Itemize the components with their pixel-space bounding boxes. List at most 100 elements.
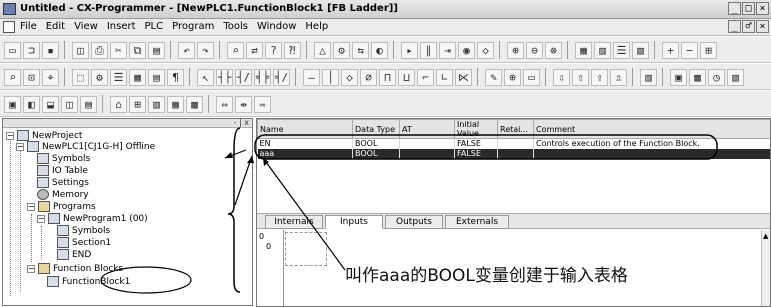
column-header-name[interactable]: Name — [257, 119, 353, 139]
symbol-icon[interactable]: ⚙ — [91, 68, 108, 86]
zoom-in-icon[interactable]: + — [662, 41, 679, 59]
minimize-button[interactable]: _ — [728, 2, 741, 15]
word-icon[interactable]: ⇧ — [572, 68, 589, 86]
tree-item-program-symbols[interactable]: Symbols — [57, 225, 110, 236]
contact-icon[interactable]: ┤├ — [216, 68, 233, 86]
variable-retain[interactable] — [497, 138, 534, 149]
doc-close-button[interactable]: × — [756, 20, 769, 33]
collapse-icon[interactable]: − — [27, 264, 35, 273]
window-icon[interactable]: ▣ — [4, 95, 21, 113]
rung-comment-icon[interactable]: ▦ — [167, 95, 184, 113]
collapse-icon[interactable]: − — [16, 142, 24, 151]
column-wide-icon[interactable]: ⇔ — [216, 95, 233, 113]
variable-type[interactable]: BOOL — [352, 138, 400, 149]
set-icon[interactable]: ⇪ — [591, 68, 608, 86]
variable-comment[interactable] — [533, 148, 770, 159]
print-preview-icon[interactable]: ◫ — [72, 41, 89, 59]
table-row[interactable]: EN BOOL FALSE Controls execution of the … — [257, 138, 770, 149]
memory-view-icon[interactable]: ▥ — [640, 68, 657, 86]
menu-view[interactable]: View — [74, 21, 98, 32]
close-button[interactable]: × — [756, 2, 769, 15]
zoom-out-icon[interactable]: − — [681, 41, 698, 59]
cross-ref-icon[interactable]: ⊕ — [504, 68, 521, 86]
comment-icon[interactable]: ¶ — [167, 68, 184, 86]
tree-item-function-blocks[interactable]: − Function Blocks — [27, 263, 123, 274]
doc-restore-button[interactable]: ♂ — [742, 20, 755, 33]
magnify-icon[interactable]: ⌖ — [42, 68, 59, 86]
tree-item-plc[interactable]: − NewPLC1[CJ1G-H] Offline — [16, 141, 155, 152]
find-icon[interactable]: ⌕ — [227, 41, 244, 59]
undo-icon[interactable]: ↶ — [178, 41, 195, 59]
cancel-force-icon[interactable]: ⊗ — [545, 41, 562, 59]
coil-icon[interactable]: ◇ — [341, 68, 358, 86]
delete-line-icon[interactable]: ⋉ — [455, 68, 472, 86]
menu-tools[interactable]: Tools — [223, 21, 248, 32]
tree-item-project[interactable]: − NewProject — [6, 130, 82, 141]
print-icon[interactable]: ⎙ — [91, 41, 108, 59]
tab-internals[interactable]: Internals — [265, 215, 323, 229]
menu-program[interactable]: Program — [172, 21, 214, 32]
tree-item-programs[interactable]: − Programs — [27, 201, 96, 212]
line-icon[interactable]: ⌐ — [417, 68, 434, 86]
workspace-icon[interactable]: ◧ — [23, 95, 40, 113]
collapse-icon[interactable]: − — [6, 131, 14, 140]
pause-icon[interactable]: ∥ — [420, 41, 437, 59]
document-icon[interactable] — [3, 21, 15, 33]
tree-item-memory[interactable]: Memory — [37, 189, 89, 200]
variable-at[interactable] — [399, 148, 455, 159]
menu-plc[interactable]: PLC — [145, 21, 164, 32]
or-nc-contact-icon[interactable]: ╡/╞ — [273, 68, 290, 86]
workspace-controls[interactable]: - | x — [234, 118, 249, 127]
new-file-icon[interactable]: ▭ — [4, 41, 21, 59]
replace-icon[interactable]: ⇄ — [246, 41, 263, 59]
pointer-icon[interactable]: ↖ — [197, 68, 214, 86]
tree-item-symbols[interactable]: Symbols — [37, 153, 90, 164]
variable-initial[interactable]: FALSE — [454, 138, 498, 149]
tree-item-io-table[interactable]: IO Table — [37, 165, 88, 176]
list-view-icon[interactable]: ☰ — [613, 41, 630, 59]
tab-inputs[interactable]: Inputs — [325, 215, 383, 229]
fb-call-icon[interactable]: ⊔ — [398, 68, 415, 86]
doc-minimize-button[interactable]: _ — [728, 20, 741, 33]
redo-icon[interactable]: ↷ — [197, 41, 214, 59]
variable-name[interactable]: EN — [257, 138, 353, 149]
column-narrow-icon[interactable]: ⇹ — [235, 95, 252, 113]
copy-icon[interactable]: ⧉ — [129, 41, 146, 59]
list-icon[interactable]: ☰ — [110, 68, 127, 86]
grid-icon[interactable]: ▦ — [129, 68, 146, 86]
vertical-line-icon[interactable]: │ — [322, 68, 339, 86]
tree-item-newprogram1[interactable]: − NewProgram1 (00) — [37, 213, 148, 224]
address-icon[interactable]: ▭ — [523, 68, 540, 86]
column-header-initial-value[interactable]: Initial Value — [454, 119, 498, 139]
cut-icon[interactable]: ✂ — [110, 41, 127, 59]
variable-retain[interactable] — [497, 148, 534, 159]
differential-icon[interactable]: ◇ — [477, 41, 494, 59]
transfer-icon[interactable]: ⇆ — [352, 41, 369, 59]
table-view-icon[interactable]: ▥ — [594, 41, 611, 59]
save-icon[interactable]: ▪ — [42, 41, 59, 59]
tree-item-section1[interactable]: Section1 — [57, 237, 111, 248]
run-icon[interactable]: ▸ — [401, 41, 418, 59]
select-icon[interactable]: ⬚ — [72, 68, 89, 86]
properties-icon[interactable]: ▤ — [80, 95, 97, 113]
zoom-fit-icon[interactable]: ⊡ — [23, 68, 40, 86]
bit-icon[interactable]: ⇩ — [553, 68, 570, 86]
nc-coil-icon[interactable]: ⌀ — [360, 68, 377, 86]
variable-at[interactable] — [399, 138, 455, 149]
monitor-icon[interactable]: ◉ — [458, 41, 475, 59]
help-icon[interactable]: ? — [265, 41, 282, 59]
rung-cursor[interactable] — [285, 232, 327, 266]
horizontal-line-icon[interactable]: — — [303, 68, 320, 86]
variable-name[interactable]: aaa — [257, 148, 353, 159]
nc-contact-icon[interactable]: ┤/├ — [235, 68, 252, 86]
menu-file[interactable]: File — [20, 21, 37, 32]
tree-item-settings[interactable]: Settings — [37, 177, 89, 188]
maximize-button[interactable]: □ — [742, 2, 755, 15]
or-contact-icon[interactable]: ╡╞ — [254, 68, 271, 86]
connect-icon[interactable]: ∟ — [436, 68, 453, 86]
tab-externals[interactable]: Externals — [445, 215, 509, 229]
view-icon[interactable]: ▦ — [575, 41, 592, 59]
detail-view-icon[interactable]: ▧ — [632, 41, 649, 59]
menu-help[interactable]: Help — [305, 21, 328, 32]
variable-comment[interactable]: Controls execution of the Function Block… — [533, 138, 770, 149]
